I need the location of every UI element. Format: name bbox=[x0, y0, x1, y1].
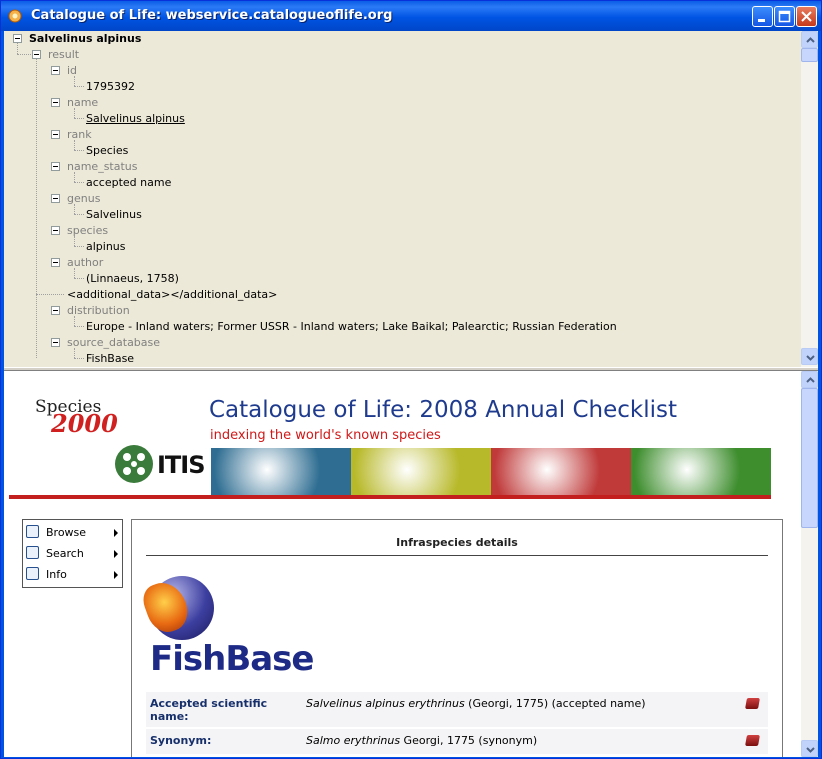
collapse-node-icon[interactable] bbox=[51, 226, 60, 235]
app-window: Catalogue of Life: webservice.catalogueo… bbox=[0, 0, 822, 759]
scientific-name: Salvelinus alpinus erythrinus bbox=[306, 697, 465, 710]
web-view-pane: Species 2000 ITIS Catalogue of Life: 200… bbox=[4, 371, 818, 757]
name-authority: (Georgi, 1775) (accepted name) bbox=[464, 697, 646, 710]
banner-photo-leaf bbox=[631, 448, 771, 496]
menu-item-label: Browse bbox=[46, 526, 87, 539]
submenu-arrow-icon bbox=[114, 550, 118, 558]
menu-item-info[interactable]: Info bbox=[23, 564, 122, 585]
scroll-up-button[interactable] bbox=[801, 371, 818, 388]
client-area: Salvelinus alpinus result id 1795392 nam… bbox=[4, 31, 818, 757]
tree-key-genus[interactable]: genus bbox=[67, 192, 100, 205]
section-title: Infraspecies details bbox=[146, 536, 768, 556]
scientific-name: Salmo erythrinus bbox=[306, 734, 401, 747]
page-banner: Species 2000 ITIS Catalogue of Life: 200… bbox=[9, 371, 801, 499]
scroll-up-button[interactable] bbox=[801, 31, 818, 48]
collapse-node-icon[interactable] bbox=[51, 338, 60, 347]
tree-value-name-link[interactable]: Salvelinus alpinus bbox=[86, 112, 185, 125]
tree-key-rank[interactable]: rank bbox=[67, 128, 92, 141]
tree-value-id[interactable]: 1795392 bbox=[86, 80, 135, 93]
window-title: Catalogue of Life: webservice.catalogueo… bbox=[31, 8, 393, 23]
tree-value-source-database[interactable]: FishBase bbox=[86, 352, 134, 365]
title-bar[interactable]: Catalogue of Life: webservice.catalogueo… bbox=[1, 1, 821, 31]
tree-value-name-status[interactable]: accepted name bbox=[86, 176, 171, 189]
banner-photo-butterfly bbox=[351, 448, 491, 496]
collapse-node-icon[interactable] bbox=[51, 98, 60, 107]
page-title: Catalogue of Life: 2008 Annual Checklist bbox=[209, 397, 677, 423]
tree-key-id[interactable]: id bbox=[67, 64, 77, 77]
detail-value: Salmo erythrinus Georgi, 1775 (synonym) bbox=[306, 734, 537, 747]
name-authority: Georgi, 1775 (synonym) bbox=[400, 734, 538, 747]
species2000-logo-year: 2000 bbox=[51, 409, 118, 438]
app-icon bbox=[8, 9, 22, 23]
collapse-node-icon[interactable] bbox=[51, 130, 60, 139]
tree-value-author[interactable]: (Linnaeus, 1758) bbox=[86, 272, 179, 285]
detail-row: Accepted scientific name: Salvelinus alp… bbox=[146, 692, 768, 728]
arrow-up-icon bbox=[806, 377, 815, 383]
banner-divider bbox=[9, 495, 771, 499]
xml-tree-pane[interactable]: Salvelinus alpinus result id 1795392 nam… bbox=[4, 31, 818, 367]
tree-value-rank[interactable]: Species bbox=[86, 144, 128, 157]
tree-root-label[interactable]: Salvelinus alpinus bbox=[29, 32, 141, 45]
tree-additional-data[interactable]: <additional_data></additional_data> bbox=[67, 288, 277, 301]
reference-book-icon[interactable] bbox=[745, 698, 760, 709]
collapse-node-icon[interactable] bbox=[51, 194, 60, 203]
reference-book-icon[interactable] bbox=[745, 735, 760, 746]
banner-photo-droplets bbox=[211, 448, 351, 496]
scroll-thumb[interactable] bbox=[801, 388, 818, 528]
close-icon bbox=[801, 11, 812, 22]
arrow-up-icon bbox=[806, 37, 815, 43]
collapse-node-icon[interactable] bbox=[51, 258, 60, 267]
collapse-result-icon[interactable] bbox=[32, 50, 41, 59]
collapse-node-icon[interactable] bbox=[51, 162, 60, 171]
magnifier-icon bbox=[26, 546, 39, 559]
menu-item-label: Info bbox=[46, 568, 67, 581]
banner-photo-flower bbox=[491, 448, 631, 496]
tree-key-author[interactable]: author bbox=[67, 256, 103, 269]
tree-scrollbar[interactable] bbox=[801, 31, 818, 367]
tree-key-source-database[interactable]: source_database bbox=[67, 336, 160, 349]
tree-key-distribution[interactable]: distribution bbox=[67, 304, 130, 317]
minimize-button[interactable] bbox=[752, 6, 773, 27]
tree-value-distribution[interactable]: Europe - Inland waters; Former USSR - In… bbox=[86, 320, 617, 333]
menu-item-label: Search bbox=[46, 547, 84, 560]
arrow-down-icon bbox=[806, 747, 815, 753]
maximize-icon bbox=[778, 10, 791, 23]
banner-photo-strip bbox=[211, 448, 771, 496]
arrow-down-icon bbox=[806, 355, 815, 361]
tree-value-genus[interactable]: Salvelinus bbox=[86, 208, 142, 221]
itis-flower-icon bbox=[115, 445, 153, 483]
detail-label: Synonym: bbox=[150, 734, 212, 747]
tree-key-name[interactable]: name bbox=[67, 96, 98, 109]
collapse-node-icon[interactable] bbox=[51, 306, 60, 315]
detail-value: Salvelinus alpinus erythrinus (Georgi, 1… bbox=[306, 697, 646, 710]
tree-value-species[interactable]: alpinus bbox=[86, 240, 126, 253]
tree-key-name-status[interactable]: name_status bbox=[67, 160, 138, 173]
scroll-down-button[interactable] bbox=[801, 348, 818, 365]
question-icon bbox=[26, 567, 39, 580]
page-tagline: indexing the world's known species bbox=[210, 428, 441, 443]
menu-item-browse[interactable]: Browse bbox=[23, 522, 122, 543]
menu-item-search[interactable]: Search bbox=[23, 543, 122, 564]
submenu-arrow-icon bbox=[114, 571, 118, 579]
submenu-arrow-icon bbox=[114, 529, 118, 537]
web-scrollbar[interactable] bbox=[801, 371, 818, 757]
close-button[interactable] bbox=[796, 6, 817, 27]
collapse-node-icon[interactable] bbox=[51, 66, 60, 75]
itis-logo-text: ITIS bbox=[157, 451, 206, 479]
collapse-root-icon[interactable] bbox=[13, 34, 22, 43]
detail-row: Synonym: Salmo erythrinus Georgi, 1775 (… bbox=[146, 729, 768, 755]
scroll-thumb[interactable] bbox=[801, 48, 818, 62]
minimize-icon bbox=[758, 19, 765, 22]
scroll-down-button[interactable] bbox=[801, 740, 818, 757]
side-menu: Browse Search Info bbox=[22, 519, 123, 588]
maximize-button[interactable] bbox=[774, 6, 795, 27]
page-icon bbox=[26, 525, 39, 538]
fishbase-logo-text: FishBase bbox=[150, 639, 314, 679]
details-panel: Infraspecies details FishBase Accepted s… bbox=[131, 519, 783, 757]
tree-node-result[interactable]: result bbox=[48, 48, 79, 61]
detail-label: Accepted scientific name: bbox=[150, 697, 268, 723]
